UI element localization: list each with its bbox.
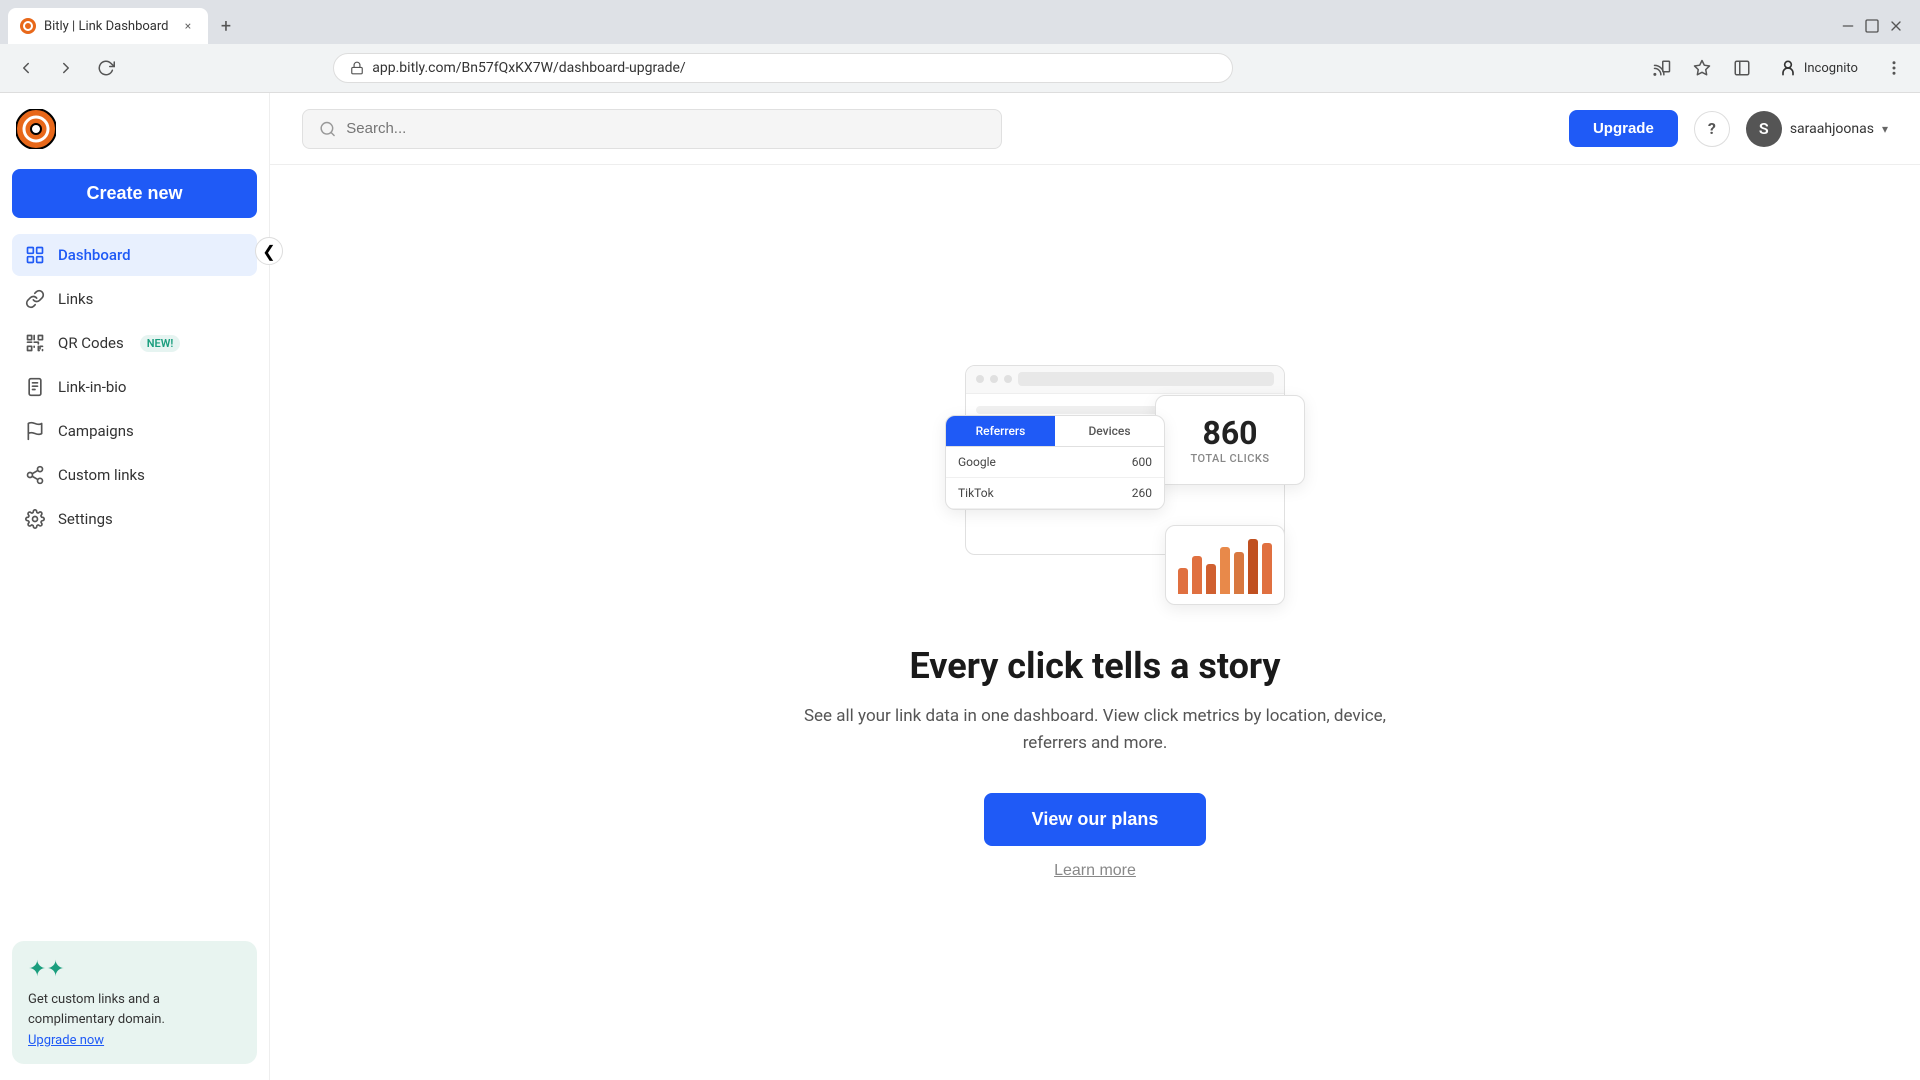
main-area: Upgrade ? S saraahjoonas ▾ ✦ — [270, 93, 1920, 1080]
app-header: Upgrade ? S saraahjoonas ▾ — [270, 93, 1920, 165]
minimize-icon[interactable] — [1840, 18, 1856, 34]
chart-bar — [1178, 568, 1188, 593]
chart-bar — [1248, 539, 1258, 594]
sidebar: Create new ❮ Dashboard Links — [0, 93, 270, 1080]
promo-stars-icon: ✦✦ — [28, 957, 241, 982]
reload-button[interactable] — [92, 54, 120, 82]
user-name: saraahjoonas — [1790, 121, 1874, 137]
sidebar-icon[interactable] — [1728, 54, 1756, 82]
dashboard-illustration: ✦ 860 — [885, 365, 1305, 605]
user-menu[interactable]: S saraahjoonas ▾ — [1746, 111, 1888, 147]
stats-card: 860 TOTAL CLICKS — [1155, 395, 1305, 485]
tab-favicon — [20, 18, 36, 34]
chart-bar — [1220, 547, 1230, 594]
collapse-sidebar-button[interactable]: ❮ — [255, 237, 283, 265]
total-clicks-label: TOTAL CLICKS — [1190, 452, 1269, 465]
bookmark-icon[interactable] — [1688, 54, 1716, 82]
google-label: Google — [958, 455, 996, 469]
new-tab-button[interactable]: + — [212, 12, 240, 40]
referrers-tab[interactable]: Referrers — [946, 416, 1055, 446]
search-input[interactable] — [346, 120, 985, 137]
custom-links-label: Custom links — [58, 466, 145, 484]
incognito-button[interactable]: Incognito — [1768, 54, 1868, 82]
sidebar-bottom: ✦✦ Get custom links and a complimentary … — [12, 941, 257, 1064]
main-description: See all your link data in one dashboard.… — [785, 703, 1405, 757]
active-tab[interactable]: Bitly | Link Dashboard × — [8, 8, 208, 44]
search-bar[interactable] — [302, 109, 1002, 149]
links-icon — [24, 288, 46, 310]
lock-icon — [350, 61, 364, 75]
qr-codes-new-badge: NEW! — [140, 335, 181, 352]
tiktok-value: 260 — [1132, 486, 1152, 500]
tab-close-button[interactable]: × — [180, 18, 196, 34]
cast-icon[interactable] — [1648, 54, 1676, 82]
campaigns-icon — [24, 420, 46, 442]
maximize-icon[interactable] — [1864, 18, 1880, 34]
close-window-icon[interactable] — [1888, 18, 1904, 34]
help-button[interactable]: ? — [1694, 111, 1730, 147]
illus-card-header — [966, 366, 1284, 394]
chart-bar — [1192, 556, 1202, 594]
menu-icon[interactable] — [1880, 54, 1908, 82]
total-clicks-number: 860 — [1202, 414, 1257, 452]
referrers-table-card: Referrers Devices Google 600 TikTok 260 — [945, 415, 1165, 510]
table-row-google: Google 600 — [946, 447, 1164, 478]
google-value: 600 — [1132, 455, 1152, 469]
tab-title: Bitly | Link Dashboard — [44, 19, 172, 34]
browser-chrome: Bitly | Link Dashboard × + app.bitly.com… — [0, 0, 1920, 93]
view-plans-button[interactable]: View our plans — [984, 793, 1207, 846]
promo-card: ✦✦ Get custom links and a complimentary … — [12, 941, 257, 1064]
forward-button[interactable] — [52, 54, 80, 82]
chart-bar — [1262, 543, 1272, 594]
back-button[interactable] — [12, 54, 40, 82]
sidebar-item-campaigns[interactable]: Campaigns — [12, 410, 257, 452]
qr-codes-label: QR Codes — [58, 334, 124, 352]
sidebar-item-settings[interactable]: Settings — [12, 498, 257, 540]
settings-label: Settings — [58, 510, 113, 528]
main-content: ✦ 860 — [270, 165, 1920, 1080]
table-tabs: Referrers Devices — [946, 416, 1164, 447]
tab-bar: Bitly | Link Dashboard × + — [0, 0, 1920, 44]
dashboard-icon — [24, 244, 46, 266]
sidebar-item-dashboard[interactable]: Dashboard — [12, 234, 257, 276]
incognito-label: Incognito — [1804, 61, 1858, 76]
custom-links-icon — [24, 464, 46, 486]
upgrade-now-link[interactable]: Upgrade now — [28, 1033, 104, 1048]
table-row-tiktok: TikTok 260 — [946, 478, 1164, 509]
sidebar-item-custom-links[interactable]: Custom links — [12, 454, 257, 496]
qr-codes-icon — [24, 332, 46, 354]
link-in-bio-label: Link-in-bio — [58, 378, 126, 396]
window-controls — [1840, 18, 1912, 34]
links-label: Links — [58, 290, 93, 308]
url-bar[interactable]: app.bitly.com/Bn57fQxKX7W/dashboard-upgr… — [333, 53, 1233, 83]
sidebar-item-link-in-bio[interactable]: Link-in-bio — [12, 366, 257, 408]
upgrade-button[interactable]: Upgrade — [1569, 110, 1678, 147]
bitly-logo-svg — [16, 109, 56, 149]
sidebar-item-qr-codes[interactable]: QR Codes NEW! — [12, 322, 257, 364]
link-in-bio-icon — [24, 376, 46, 398]
sidebar-item-links[interactable]: Links — [12, 278, 257, 320]
url-text: app.bitly.com/Bn57fQxKX7W/dashboard-upgr… — [372, 60, 1216, 76]
settings-icon — [24, 508, 46, 530]
promo-text: Get custom links and a complimentary dom… — [28, 990, 241, 1029]
chart-bar — [1234, 552, 1244, 594]
devices-tab[interactable]: Devices — [1055, 416, 1164, 446]
avatar: S — [1746, 111, 1782, 147]
chart-card — [1165, 525, 1285, 605]
address-bar-icons: Incognito — [1648, 54, 1908, 82]
create-new-button[interactable]: Create new — [12, 169, 257, 218]
tiktok-label: TikTok — [958, 486, 994, 500]
campaigns-label: Campaigns — [58, 422, 134, 440]
chevron-down-icon: ▾ — [1882, 122, 1888, 136]
address-bar: app.bitly.com/Bn57fQxKX7W/dashboard-upgr… — [0, 44, 1920, 92]
dashboard-label: Dashboard — [58, 246, 131, 264]
app-container: Create new ❮ Dashboard Links — [0, 93, 1920, 1080]
header-right: Upgrade ? S saraahjoonas ▾ — [1569, 110, 1888, 147]
main-title: Every click tells a story — [909, 645, 1280, 687]
chart-bar — [1206, 564, 1216, 594]
search-icon — [319, 120, 336, 138]
bitly-logo[interactable] — [16, 109, 56, 149]
learn-more-link[interactable]: Learn more — [1054, 862, 1136, 880]
incognito-icon — [1778, 58, 1798, 78]
